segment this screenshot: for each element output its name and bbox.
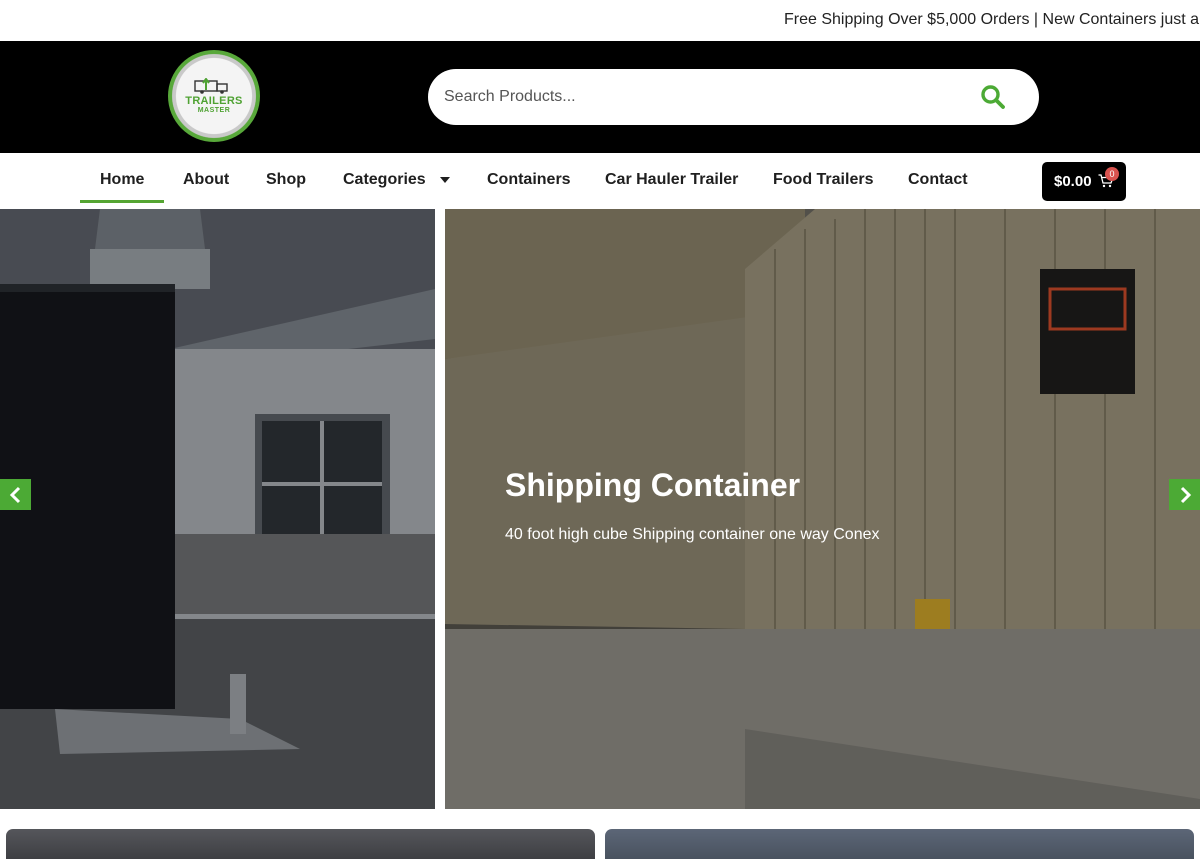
nav-item-food-trailers[interactable]: Food Trailers — [773, 153, 873, 207]
nav-item-label: Home — [100, 171, 145, 188]
nav-item-home[interactable]: Home — [80, 153, 165, 207]
announcement-bar: Free Shipping Over $5,000 Orders | New C… — [0, 0, 1200, 41]
product-card[interactable] — [605, 829, 1194, 859]
slide-title: Shipping Container — [505, 467, 801, 503]
nav-item-label: Car Hauler Trailer — [605, 171, 739, 188]
nav-item-label: About — [183, 171, 230, 188]
nav-item-car-hauler-trailer[interactable]: Car Hauler Trailer — [605, 153, 738, 207]
nav-item-shop[interactable]: Shop — [266, 153, 306, 207]
chevron-down-icon — [439, 177, 450, 183]
slider-next-button[interactable] — [1169, 479, 1200, 510]
cart-button[interactable]: $0.00 0 — [1042, 162, 1126, 201]
chevron-left-icon — [9, 486, 20, 503]
main-nav: Home About Shop Categories Containers Ca… — [0, 153, 1200, 209]
slide-overlay — [445, 209, 1200, 809]
product-card[interactable] — [6, 829, 595, 859]
nav-item-label: Containers — [487, 171, 571, 188]
search-icon — [981, 85, 1005, 109]
slide-description: 40 foot high cube Shipping container one… — [505, 526, 880, 543]
nav-item-label: Categories — [343, 171, 426, 188]
nav-item-label: Contact — [908, 171, 968, 188]
slide-image-previous — [0, 209, 435, 809]
slide-overlay — [0, 209, 435, 809]
cart-count-badge: 0 — [1105, 167, 1119, 181]
hero-slider: Shipping Container 40 foot high cube Shi… — [0, 209, 1200, 809]
site-logo[interactable]: TRAILERS MASTER — [168, 50, 260, 142]
search-input[interactable] — [444, 85, 944, 109]
nav-item-label: Food Trailers — [773, 171, 874, 188]
site-header: TRAILERS MASTER — [0, 41, 1200, 153]
cart-total: $0.00 — [1054, 173, 1092, 190]
logo-text-primary: TRAILERS — [185, 94, 243, 107]
trailer-icon — [194, 77, 228, 94]
search-button[interactable] — [976, 81, 1010, 113]
nav-item-about[interactable]: About — [183, 153, 229, 207]
announcement-text: Free Shipping Over $5,000 Orders | New C… — [784, 11, 1200, 28]
slider-prev-button[interactable] — [0, 479, 31, 510]
slide-shipping-container: Shipping Container 40 foot high cube Shi… — [445, 209, 1200, 809]
nav-item-categories[interactable]: Categories — [343, 153, 450, 207]
nav-item-containers[interactable]: Containers — [487, 153, 571, 207]
logo-text-secondary: MASTER — [197, 106, 231, 114]
nav-item-contact[interactable]: Contact — [908, 153, 968, 207]
chevron-right-icon — [1180, 486, 1191, 503]
search-bar — [428, 69, 1039, 125]
nav-item-label: Shop — [266, 171, 306, 188]
